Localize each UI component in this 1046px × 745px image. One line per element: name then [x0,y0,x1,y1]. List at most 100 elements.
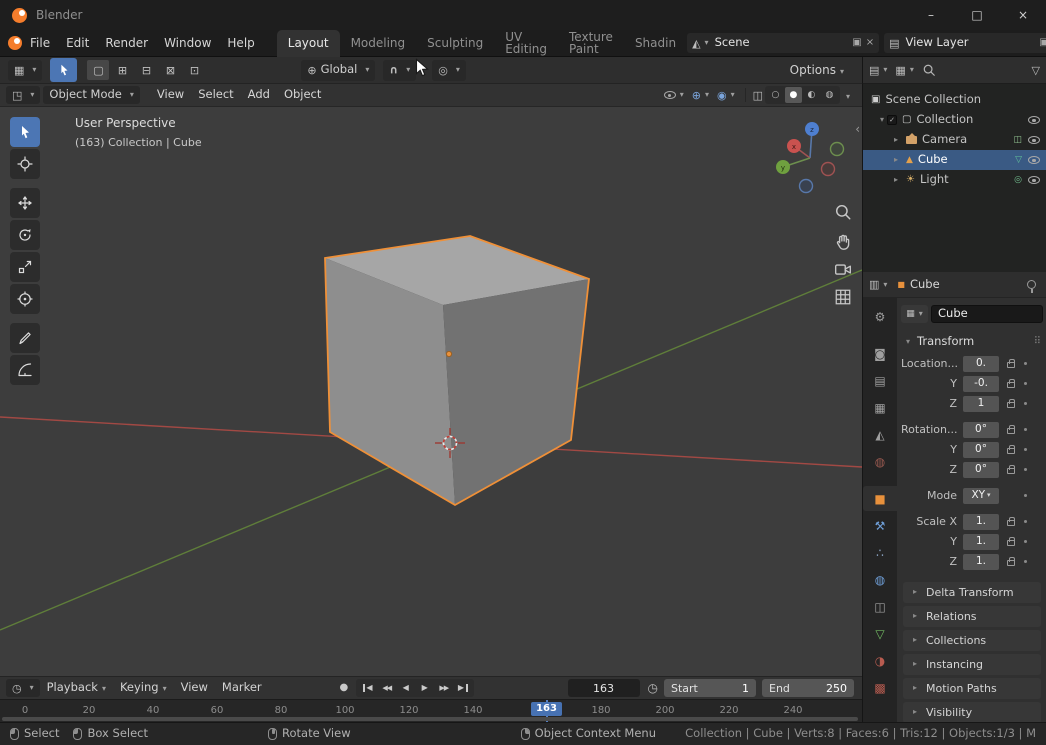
search-icon[interactable] [922,63,936,77]
tab-shading[interactable]: Shadin [624,30,687,57]
scene-picker[interactable]: ◭ Scene ▣ × [687,33,880,53]
animate-dot[interactable] [1023,381,1027,386]
view-layer-picker[interactable]: ▤ View Layer ▣ × [884,33,1046,53]
playhead-label[interactable]: 163 [531,702,562,716]
lock-icon[interactable] [1007,358,1015,368]
expand-icon[interactable]: ▸ [891,136,901,144]
proportional-editing-dropdown[interactable]: ◎ [432,59,466,81]
animate-dot[interactable] [1023,539,1027,544]
section-motion-paths[interactable]: ▸ Motion Paths [903,677,1041,699]
scale-y-field[interactable]: 1. [963,533,999,550]
section-visibility[interactable]: ▸ Visibility [903,701,1041,722]
expand-icon[interactable]: ▾ [877,116,887,124]
shading-dropdown[interactable] [842,89,850,101]
viewport-3d[interactable]: z x y User Perspective (163) Collection … [0,107,862,676]
menu-render[interactable]: Render [97,30,156,57]
jump-to-start-button[interactable]: ◀ [358,680,377,696]
timeline-editor-selector[interactable]: ◷ [6,679,40,697]
menu-object[interactable]: Object [277,89,328,101]
rotation-y-field[interactable]: 0° [963,441,999,458]
lock-icon[interactable] [1007,536,1015,546]
menu-view[interactable]: View [150,89,191,101]
ptab-constraints[interactable]: ◫ [863,594,897,619]
id-browse-button[interactable]: ▦ [901,305,928,323]
timeline-menu-view[interactable]: View [174,682,215,694]
filter-icon[interactable]: ▽ [1032,65,1040,76]
collection-checkbox[interactable]: ✓ [887,115,897,125]
shading-rendered-button[interactable]: ◍ [821,87,838,103]
tool-scale-button[interactable] [10,252,40,282]
tool-move-button[interactable] [10,188,40,218]
lock-icon[interactable] [1007,556,1015,566]
outliner-row-collection[interactable]: ▾ ✓ ▢ Collection [863,110,1046,130]
unlink-scene-icon[interactable]: × [866,38,874,48]
next-keyframe-button[interactable]: ▶▶ [434,680,453,696]
outliner-editor-icon[interactable]: ▤ [869,65,887,76]
tool-annotate-button[interactable] [10,323,40,353]
hide-eye-icon[interactable] [1028,156,1040,164]
current-frame-field[interactable]: 163 [567,679,640,697]
mode-dropdown[interactable]: Object Mode [43,86,140,104]
tab-uv-editing[interactable]: UV Editing [494,30,558,57]
scene-icon[interactable]: ◭ [692,38,708,49]
animate-dot[interactable] [1023,427,1027,432]
tool-rotate-button[interactable] [10,220,40,250]
animate-dot[interactable] [1023,493,1027,498]
shading-wireframe-button[interactable]: ○ [767,87,784,103]
properties-editor-icon[interactable]: ▥ [869,279,887,290]
overlays-dropdown[interactable]: ◉ [717,90,735,101]
keying-dropdown[interactable]: Keying [113,682,174,694]
animate-dot[interactable] [1023,401,1027,406]
new-view-layer-icon[interactable]: ▣ [1039,38,1046,48]
cube-object[interactable] [324,235,590,507]
object-name-field[interactable]: Cube [931,305,1043,323]
frame-start-field[interactable]: Start 1 [664,679,756,697]
mode-icon-dropdown[interactable]: ◳ [6,86,41,104]
menu-window[interactable]: Window [156,30,219,57]
expand-icon[interactable]: ▸ [891,176,901,184]
outliner-row-light[interactable]: ▸ ☀ Light ◎ [863,170,1046,190]
region-collapse-icon[interactable]: ‹ [855,123,860,135]
pan-hand-icon[interactable] [834,232,852,250]
rotation-z-field[interactable]: 0° [963,461,999,478]
lock-icon[interactable] [1007,424,1015,434]
gizmos-dropdown[interactable]: ⊕ [692,90,709,101]
playback-dropdown[interactable]: Playback [40,682,113,694]
tab-texture-paint[interactable]: Texture Paint [558,30,624,57]
options-dropdown[interactable]: Options [790,64,844,76]
orientation-dropdown[interactable]: ⊕ Global [301,59,376,81]
record-button[interactable]: ● [339,683,348,693]
section-delta-transform[interactable]: ▸ Delta Transform [903,581,1041,603]
tab-modeling[interactable]: Modeling [340,30,417,57]
jump-to-end-button[interactable]: ▶ [453,680,472,696]
rotation-mode-dropdown[interactable]: XY [963,487,999,504]
select-mode-new-button[interactable]: ▢ [87,60,110,80]
lock-icon[interactable] [1007,464,1015,474]
animate-dot[interactable] [1023,447,1027,452]
play-reverse-button[interactable]: ◀ [396,680,415,696]
select-mode-intersect-button[interactable]: ⊡ [183,60,205,80]
lock-icon[interactable] [1007,378,1015,388]
tool-measure-button[interactable] [10,355,40,385]
hide-eye-icon[interactable] [1028,176,1040,184]
ptab-scene[interactable]: ◭ [863,422,897,447]
lock-icon[interactable] [1007,444,1015,454]
zoom-icon[interactable] [834,203,852,221]
ptab-material[interactable]: ◑ [863,648,897,673]
timeline-menu-marker[interactable]: Marker [215,682,269,694]
animate-dot[interactable] [1023,361,1027,366]
select-mode-invert-button[interactable]: ⊠ [159,60,181,80]
tool-cursor-button[interactable] [10,149,40,179]
transform-panel-header[interactable]: ▾ Transform ⠿ [903,335,1041,348]
menu-help[interactable]: Help [219,30,262,57]
gizmo-neg-z-ball[interactable] [798,178,814,194]
ptab-render[interactable]: ◙ [863,341,897,366]
play-button[interactable]: ▶ [415,680,434,696]
tab-sculpting[interactable]: Sculpting [416,30,494,57]
maximize-button[interactable]: □ [954,0,1000,30]
location-z-field[interactable]: 1 [963,395,999,412]
ptab-tool[interactable]: ⚙ [863,304,897,329]
prev-keyframe-button[interactable]: ◀◀ [377,680,396,696]
animate-dot[interactable] [1023,559,1027,564]
section-relations[interactable]: ▸ Relations [903,605,1041,627]
